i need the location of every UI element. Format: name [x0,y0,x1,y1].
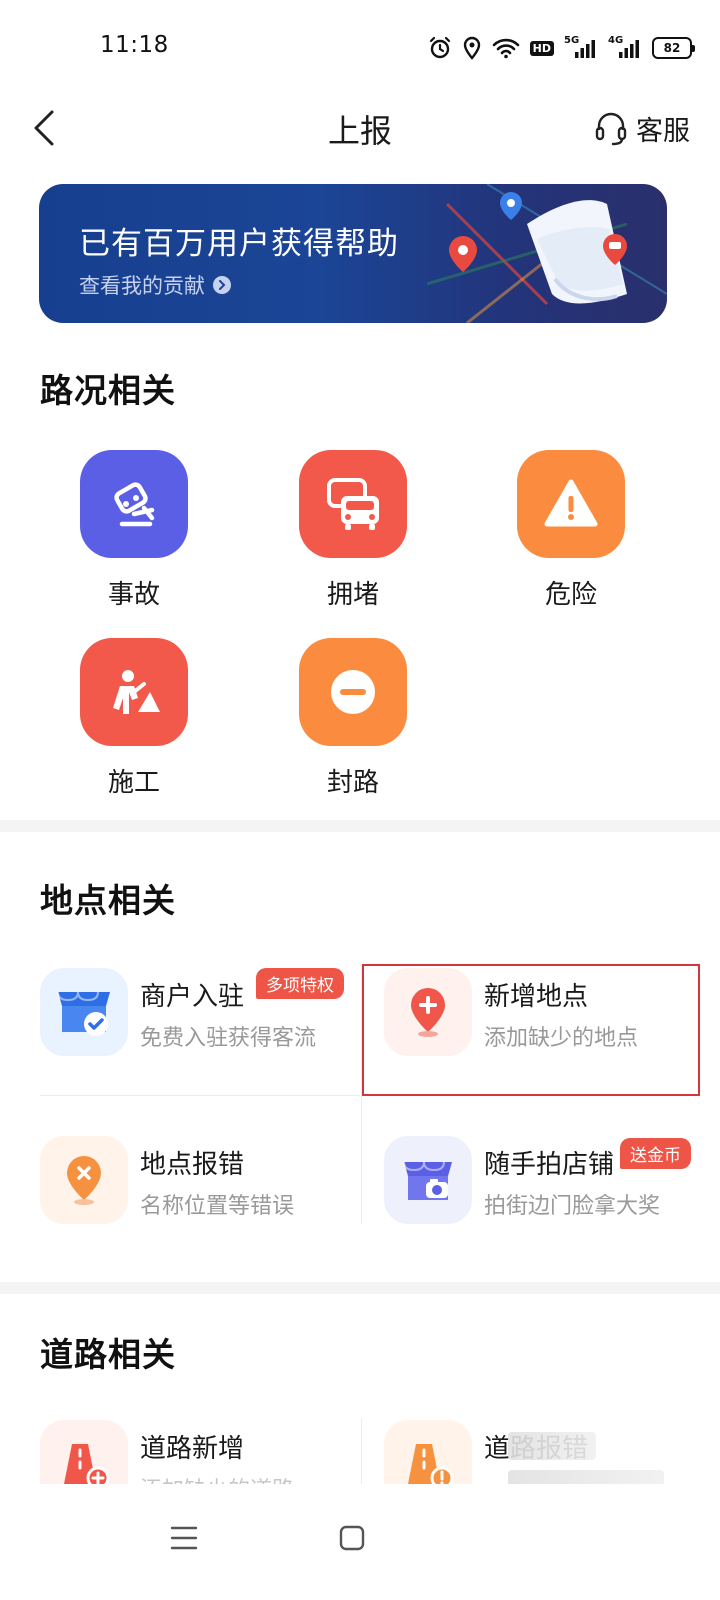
system-nav-bar [0,1484,720,1600]
card-subtitle: 免费入驻获得客流 [140,1026,317,1051]
road-item-danger[interactable]: 危险 [491,450,651,611]
blur-patch [508,1432,596,1460]
place-section-title: 地点相关 [40,881,176,920]
section-divider [0,820,720,832]
card-title: 随手拍店铺 [484,1150,615,1180]
place-item-storefront-photo[interactable]: 随手拍店铺 拍街边门脸拿大奖 送金币 [384,1136,702,1236]
map-pin-blue-icon [500,192,522,220]
road-section-title: 路况相关 [40,371,176,410]
road-item-accident[interactable]: 事故 [54,450,214,611]
banner-title: 已有百万用户获得帮助 [79,226,399,262]
road-closed-icon [299,638,407,746]
battery-icon: 82 [652,37,695,59]
roadway-item-add[interactable]: 道路新增 添加缺少的道路 [40,1420,358,1508]
storefront-camera-icon [384,1136,472,1224]
privilege-badge: 多项特权 [256,968,344,999]
road-item-label: 封路 [326,768,379,798]
hd-voice-badge: HD [529,40,554,56]
construction-icon [80,638,188,746]
map-pin-red-icon [449,236,477,272]
roadway-section-title: 道路相关 [40,1335,176,1374]
signal-bars-icon [619,40,639,58]
home-button[interactable] [322,1508,382,1568]
traffic-jam-icon [299,450,407,558]
status-icons: HD 5G 4G 82 [428,33,695,63]
banner-link-text: 查看我的贡献 [79,274,205,298]
highlight-box [362,964,700,1096]
warning-icon [517,450,625,558]
banner-link[interactable]: 查看我的贡献 [79,270,231,300]
menu-button[interactable] [154,1508,214,1568]
signal-4g: 4G [608,36,642,60]
location-error-icon [40,1136,128,1224]
grid-line [361,966,362,1224]
wifi-icon [492,37,520,59]
customer-service-button[interactable]: 客服 [594,106,690,150]
section-divider [0,1282,720,1294]
road-item-label: 危险 [544,580,597,610]
signal-5g: 5G [564,36,598,60]
shop-check-icon [40,968,128,1056]
road-item-label: 施工 [107,768,160,798]
road-item-road-closed[interactable]: 封路 [273,638,433,799]
headset-icon [595,112,627,146]
chevron-right-circle-icon [213,276,231,294]
grid-line [40,1095,360,1096]
card-subtitle: 名称位置等错误 [140,1194,295,1219]
home-square-icon [339,1525,365,1551]
place-item-report-error[interactable]: 地点报错 名称位置等错误 [40,1136,358,1236]
road-item-traffic-jam[interactable]: 拥堵 [273,450,433,611]
menu-icon [170,1526,198,1550]
road-item-label: 拥堵 [326,580,379,610]
contribution-banner[interactable]: 已有百万用户获得帮助 查看我的贡献 [39,184,667,323]
alarm-icon [428,36,452,60]
service-label: 客服 [636,115,690,147]
status-time: 11:18 [100,32,169,58]
road-item-construction[interactable]: 施工 [54,638,214,799]
header: 上报 客服 [0,96,720,160]
status-bar: 11:18 HD 5G 4G 82 [0,0,720,96]
card-title: 地点报错 [140,1150,245,1180]
signal-bars-icon [575,40,595,58]
coin-reward-badge: 送金币 [620,1138,691,1169]
grid-line [361,1418,362,1488]
place-item-merchant[interactable]: 商户入驻 免费入驻获得客流 多项特权 [40,968,358,1068]
location-pin-icon [462,36,482,60]
card-title: 道路新增 [140,1434,245,1464]
card-title: 商户入驻 [140,982,245,1012]
road-item-label: 事故 [107,580,160,610]
accident-icon [80,450,188,558]
banner-illustration [427,184,667,323]
card-subtitle: 拍街边门脸拿大奖 [484,1194,661,1219]
